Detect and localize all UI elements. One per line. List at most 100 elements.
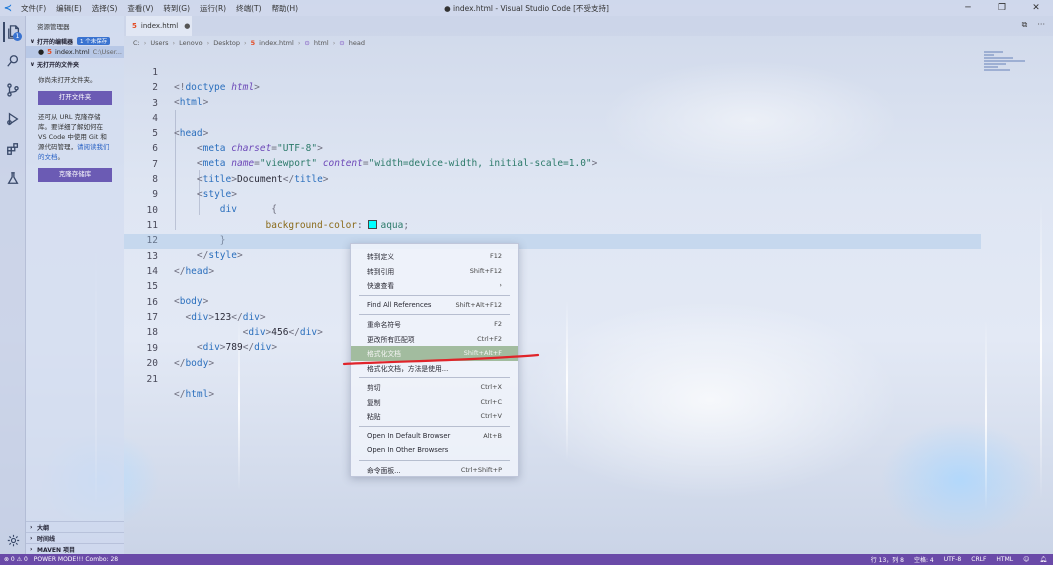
html-file-icon: 5 bbox=[132, 22, 137, 30]
line-ending[interactable]: CRLF bbox=[971, 556, 986, 563]
menu-item-command-palette[interactable]: 命令面板... Ctrl+Shift+P bbox=[351, 463, 518, 478]
menu-separator bbox=[359, 377, 510, 378]
menu-item-copy[interactable]: 复制 Ctrl+C bbox=[351, 395, 518, 410]
code-line: 6 <meta name="viewport" content="width=d… bbox=[124, 126, 981, 169]
code-line: 5 <meta charset="UTF-8"> bbox=[124, 111, 981, 154]
search-icon[interactable] bbox=[3, 51, 23, 71]
menu-bar: 文件(F) 编辑(E) 选择(S) 查看(V) 转到(G) 运行(R) 终端(T… bbox=[16, 3, 303, 14]
breadcrumb-item[interactable]: Lenovo bbox=[179, 39, 202, 47]
extensions-icon[interactable] bbox=[3, 139, 23, 159]
code-line-current: 13 </head> bbox=[124, 234, 981, 277]
menu-item-change-all-occurrences[interactable]: 更改所有匹配项 Ctrl+F2 bbox=[351, 332, 518, 347]
chevron-down-icon: ∨ bbox=[30, 37, 35, 45]
breadcrumb-item[interactable]: index.html bbox=[259, 39, 294, 47]
outline-label: 大纲 bbox=[37, 524, 50, 532]
code-line: 14 bbox=[124, 249, 981, 277]
open-editor-item[interactable]: ● 5 index.html C:\User... bbox=[26, 46, 124, 58]
breadcrumb-item[interactable]: head bbox=[349, 39, 365, 47]
menu-item-go-to-references[interactable]: 转到引用 Shift+F12 bbox=[351, 264, 518, 279]
minimize-icon[interactable]: ─ bbox=[951, 0, 985, 16]
close-icon[interactable]: ✕ bbox=[1019, 0, 1053, 16]
token: html bbox=[185, 389, 209, 400]
language-mode[interactable]: HTML bbox=[996, 556, 1013, 563]
settings-gear-icon[interactable] bbox=[5, 532, 21, 548]
chevron-right-icon: › bbox=[499, 281, 502, 290]
explorer-icon[interactable]: 1 bbox=[3, 22, 23, 42]
run-debug-icon[interactable] bbox=[3, 109, 23, 129]
timeline-section[interactable]: › 时间线 bbox=[26, 532, 124, 543]
tab-label: index.html bbox=[140, 22, 179, 30]
html-file-icon: 5 bbox=[47, 48, 52, 56]
menu-file[interactable]: 文件(F) bbox=[16, 3, 51, 14]
code-line: 1 <!doctype html> bbox=[124, 50, 981, 93]
minimap-line bbox=[984, 63, 1006, 65]
outline-section[interactable]: › 大纲 bbox=[26, 521, 124, 532]
code-line: 18 <div>789</div> bbox=[124, 310, 981, 353]
open-file-path: C:\User... bbox=[92, 48, 122, 56]
code-line: 21 </html> bbox=[124, 357, 981, 400]
tab-bar: 5 index.html ● ⧉ ··· bbox=[124, 16, 1053, 36]
chevron-down-icon: ∨ bbox=[30, 60, 35, 68]
menu-item-open-default-browser[interactable]: Open In Default Browser Alt+B bbox=[351, 429, 518, 444]
restore-icon[interactable]: ❐ bbox=[985, 0, 1019, 16]
menu-help[interactable]: 帮助(H) bbox=[267, 3, 304, 14]
code-line: 4 <head> bbox=[124, 96, 981, 139]
editor-actions: ⧉ ··· bbox=[1022, 20, 1045, 30]
menu-item-find-all-references[interactable]: Find All References Shift+Alt+F12 bbox=[351, 298, 518, 313]
more-actions-icon[interactable]: ··· bbox=[1037, 20, 1045, 30]
vscode-logo-icon: ≺ bbox=[3, 2, 13, 14]
notifications-bell-icon[interactable]: 🔔︎ bbox=[1039, 556, 1047, 563]
menu-item-paste[interactable]: 粘贴 Ctrl+V bbox=[351, 409, 518, 424]
chevron-right-icon: › bbox=[30, 545, 33, 553]
menu-terminal[interactable]: 终端(T) bbox=[231, 3, 266, 14]
chevron-right-icon: › bbox=[206, 39, 210, 47]
no-folder-message: 你尚未打开文件夹。 bbox=[38, 76, 97, 84]
menu-item-go-to-definition[interactable]: 转到定义 F12 bbox=[351, 249, 518, 264]
cursor-position[interactable]: 行 13，列 8 bbox=[871, 555, 904, 564]
tab-index-html[interactable]: 5 index.html ● bbox=[126, 16, 192, 36]
open-file-name: index.html bbox=[54, 48, 90, 56]
code-line: 8 <style> bbox=[124, 157, 981, 200]
open-folder-button[interactable]: 打开文件夹 bbox=[38, 91, 112, 105]
breadcrumb-item[interactable]: html bbox=[314, 39, 329, 47]
menu-run[interactable]: 运行(R) bbox=[195, 3, 231, 14]
menu-item-rename-symbol[interactable]: 重命名符号 F2 bbox=[351, 317, 518, 332]
maven-section[interactable]: › MAVEN 项目 bbox=[26, 543, 124, 554]
chevron-right-icon: › bbox=[297, 39, 301, 47]
feedback-icon[interactable]: ☺ bbox=[1023, 556, 1029, 563]
split-editor-icon[interactable]: ⧉ bbox=[1022, 20, 1028, 30]
menu-item-format-document[interactable]: 格式化文档 Shift+Alt+F bbox=[351, 346, 518, 361]
timeline-label: 时间线 bbox=[37, 535, 56, 543]
clone-repo-button[interactable]: 克隆存储库 bbox=[38, 168, 112, 182]
chevron-right-icon: › bbox=[244, 39, 247, 47]
code-line: 2 <html> bbox=[124, 65, 981, 108]
code-editor[interactable]: 1 <!doctype html> 2 <html> 3 4 <head> 5 … bbox=[124, 50, 1053, 554]
problems-indicator[interactable]: ⊗ 0 ⚠ 0 bbox=[4, 556, 28, 563]
menu-item-format-document-with[interactable]: 格式化文档，方法是使用... bbox=[351, 361, 518, 376]
menu-view[interactable]: 查看(V) bbox=[122, 3, 158, 14]
menu-item-cut[interactable]: 剪切 Ctrl+X bbox=[351, 380, 518, 395]
menu-selection[interactable]: 选择(S) bbox=[87, 3, 123, 14]
encoding[interactable]: UTF-8 bbox=[944, 556, 962, 563]
source-control-icon[interactable] bbox=[3, 80, 23, 100]
breadcrumb-item[interactable]: Users bbox=[150, 39, 168, 47]
testing-flask-icon[interactable] bbox=[3, 168, 23, 188]
minimap-line bbox=[984, 69, 1011, 71]
open-editors-section[interactable]: ∨ 打开的编辑器 1 个未保存 bbox=[26, 36, 124, 46]
sidebar-bottom-sections: › 大纲 › 时间线 › MAVEN 项目 bbox=[26, 521, 124, 554]
power-mode-indicator[interactable]: POWER MODE!!! Combo: 28 bbox=[34, 556, 118, 563]
breadcrumb-item[interactable]: C: bbox=[133, 39, 140, 47]
minimap-line bbox=[984, 57, 1013, 59]
minimap[interactable] bbox=[984, 50, 1032, 80]
unsaved-dot-icon[interactable]: ● bbox=[184, 22, 190, 30]
menu-edit[interactable]: 编辑(E) bbox=[51, 3, 87, 14]
menu-item-open-other-browsers[interactable]: Open In Other Browsers bbox=[351, 443, 518, 458]
chevron-right-icon: › bbox=[30, 523, 33, 531]
indentation[interactable]: 空格: 4 bbox=[914, 555, 934, 564]
breadcrumb-item[interactable]: Desktop bbox=[213, 39, 240, 47]
code-line: 17 <div>456</div> bbox=[124, 295, 981, 338]
menu-item-peek[interactable]: 快速查看 › bbox=[351, 278, 518, 293]
menu-go[interactable]: 转到(G) bbox=[158, 3, 195, 14]
no-folder-section[interactable]: ∨ 无打开的文件夹 bbox=[26, 59, 124, 69]
code-line: 19 </body> bbox=[124, 326, 981, 369]
